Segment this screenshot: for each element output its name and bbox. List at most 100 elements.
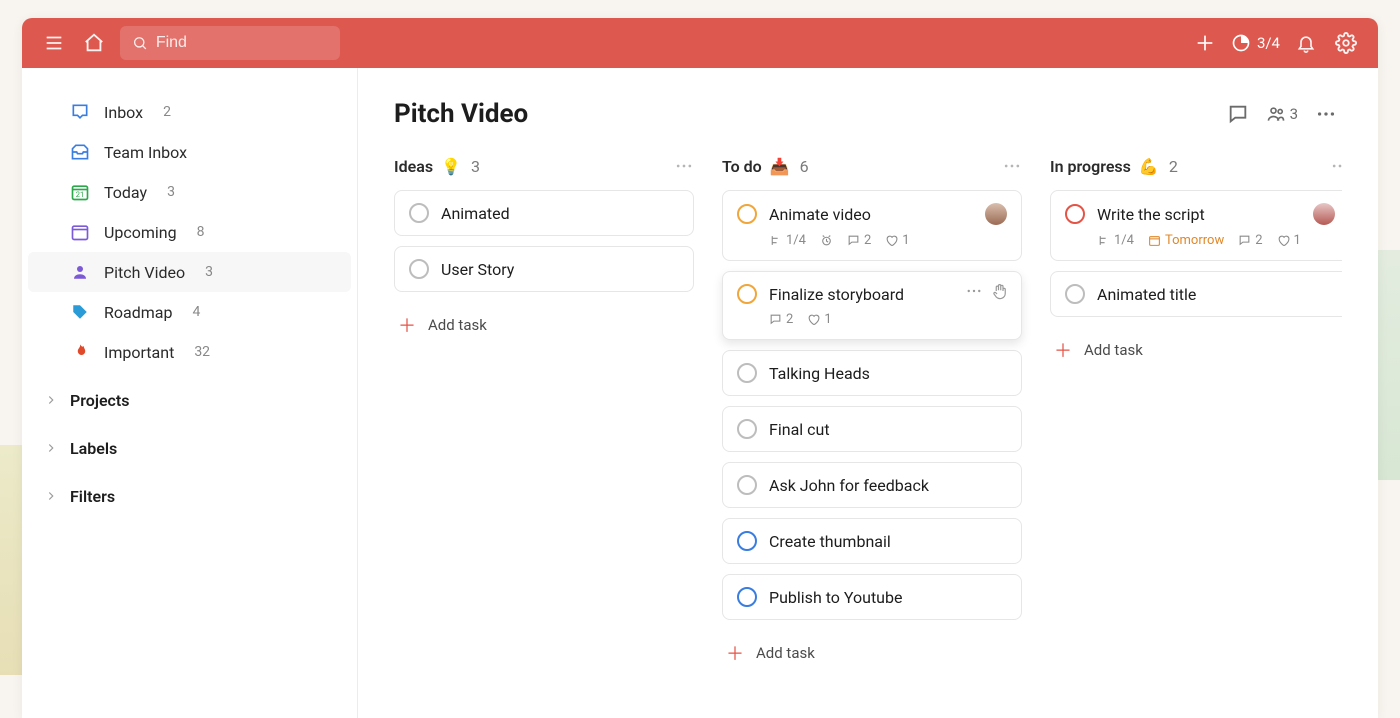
main-header: Pitch Video 3 [394,98,1342,130]
search-input[interactable] [156,34,328,52]
due-date-meta: Tomorrow [1148,233,1224,248]
settings-icon[interactable] [1332,29,1360,57]
comments-meta: 2 [847,233,871,248]
column-title: In progress [1050,157,1131,176]
column-in-progress: In progress 💪 2 Write the script [1050,156,1342,718]
task-card[interactable]: Write the script 1/4 Tomorrow [1050,190,1342,261]
sidebar-group-filters[interactable]: Filters [28,476,351,516]
search-icon [132,34,148,52]
task-title: User Story [441,260,679,279]
assignee-avatar[interactable] [985,203,1007,225]
likes-meta: 1 [1277,233,1301,248]
add-task-label: Add task [1084,341,1143,359]
progress-icon [1231,33,1251,53]
sidebar: Inbox 2 Team Inbox 21 Today 3 Up [22,68,358,718]
sidebar-item-count: 3 [167,184,175,200]
menu-icon[interactable] [40,29,68,57]
task-checkbox[interactable] [737,419,757,439]
comments-button[interactable] [1222,98,1254,130]
task-card[interactable]: Ask John for feedback [722,462,1022,508]
notifications-icon[interactable] [1292,29,1320,57]
sidebar-group-projects[interactable]: Projects [28,380,351,420]
home-icon[interactable] [80,29,108,57]
task-card[interactable]: Animated [394,190,694,236]
sidebar-group-label: Filters [70,487,115,506]
flame-icon [70,342,90,362]
task-title: Animated title [1097,285,1335,304]
task-title: Publish to Youtube [769,588,1007,607]
column-header: Ideas 💡 3 [394,156,694,176]
task-checkbox[interactable] [1065,284,1085,304]
task-card[interactable]: Animate video 1/4 [722,190,1022,261]
comments-meta: 2 [769,312,793,327]
usage-count: 3/4 [1257,34,1280,52]
subtasks-meta: 1/4 [769,233,806,248]
task-card[interactable]: Publish to Youtube [722,574,1022,620]
sidebar-item-inbox[interactable]: Inbox 2 [28,92,351,132]
people-icon [1266,104,1286,124]
project-icon [70,262,90,282]
task-checkbox[interactable] [737,475,757,495]
sidebar-item-label: Roadmap [104,303,172,322]
plus-icon: ＋ [726,640,744,666]
task-checkbox[interactable] [1065,204,1085,224]
task-card[interactable]: Talking Heads [722,350,1022,396]
sidebar-group-labels[interactable]: Labels [28,428,351,468]
task-checkbox[interactable] [737,531,757,551]
sidebar-item-count: 2 [163,104,171,120]
sidebar-item-upcoming[interactable]: Upcoming 8 [28,212,351,252]
task-checkbox[interactable] [409,259,429,279]
column-emoji: 💪 [1139,157,1159,176]
likes-meta: 1 [885,233,909,248]
sidebar-item-team-inbox[interactable]: Team Inbox [28,132,351,172]
sidebar-item-roadmap[interactable]: Roadmap 4 [28,292,351,332]
task-meta: 1/4 Tomorrow 2 [1065,233,1335,248]
add-button[interactable] [1191,29,1219,57]
add-task-label: Add task [756,644,815,662]
task-title: Write the script [1097,205,1301,224]
app-window: 3/4 Inbox 2 Team Inbox [22,18,1378,718]
task-checkbox[interactable] [737,363,757,383]
task-meta: 1/4 2 1 [737,233,1007,248]
column-emoji: 💡 [441,157,461,176]
label-icon [70,302,90,322]
sidebar-item-label: Important [104,343,174,362]
task-card[interactable]: Create thumbnail [722,518,1022,564]
more-button[interactable] [1310,98,1342,130]
column-count: 2 [1169,157,1178,176]
card-more-icon[interactable] [965,282,983,300]
members-button[interactable]: 3 [1266,104,1298,124]
main-board: Pitch Video 3 Ideas 💡 [358,68,1378,718]
task-card[interactable]: User Story [394,246,694,292]
sidebar-item-important[interactable]: Important 32 [28,332,351,372]
column-ideas: Ideas 💡 3 Animated [394,156,694,718]
sidebar-item-count: 4 [192,304,200,320]
sidebar-item-today[interactable]: 21 Today 3 [28,172,351,212]
chevron-right-icon [44,441,58,455]
task-checkbox[interactable] [737,587,757,607]
members-count: 3 [1290,105,1298,123]
column-todo: To do 📥 6 Animate video [722,156,1022,718]
task-checkbox[interactable] [737,204,757,224]
add-task-button[interactable]: ＋ Add task [722,630,1022,676]
calendar-today-icon: 21 [70,182,90,202]
task-checkbox[interactable] [409,203,429,223]
task-card[interactable]: Final cut [722,406,1022,452]
search-input-wrap[interactable] [120,26,340,60]
plus-icon: ＋ [398,312,416,338]
column-menu-button[interactable] [1330,156,1342,176]
task-card[interactable]: Animated title [1050,271,1342,317]
sidebar-item-pitch-video[interactable]: Pitch Video 3 [28,252,351,292]
subtasks-meta: 1/4 [1097,233,1134,248]
column-menu-button[interactable] [674,156,694,176]
task-title: Final cut [769,420,1007,439]
assignee-avatar[interactable] [1313,203,1335,225]
task-card[interactable]: Finalize storyboard 2 1 [722,271,1022,340]
calendar-upcoming-icon [70,222,90,242]
usage-indicator[interactable]: 3/4 [1231,33,1280,53]
sidebar-item-label: Today [104,183,147,202]
column-menu-button[interactable] [1002,156,1022,176]
task-checkbox[interactable] [737,284,757,304]
add-task-button[interactable]: ＋ Add task [1050,327,1342,373]
add-task-button[interactable]: ＋ Add task [394,302,694,348]
